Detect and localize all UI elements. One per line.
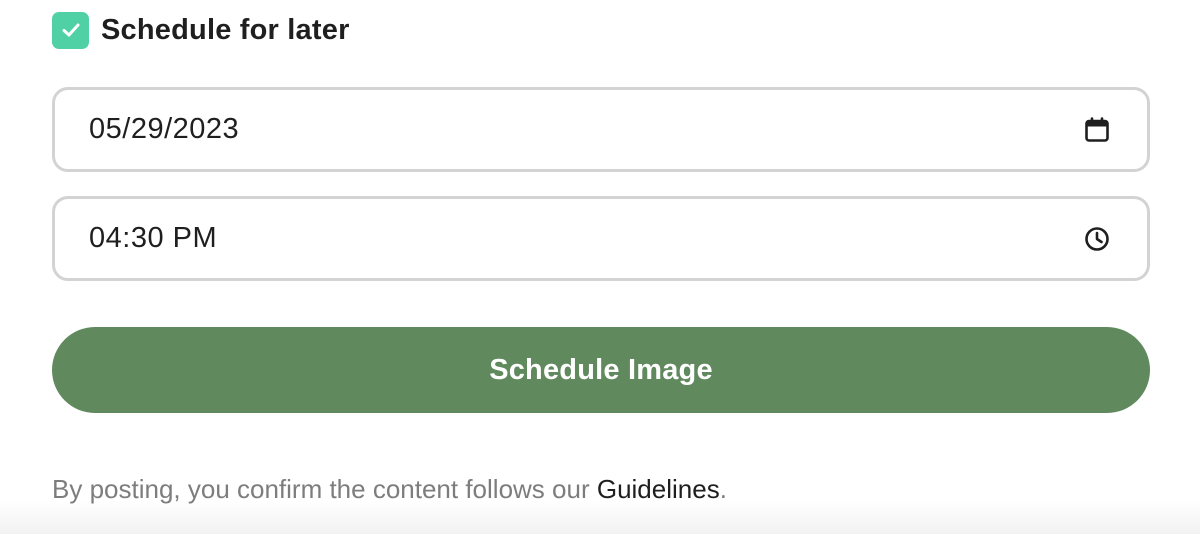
time-value[interactable]: 04:30 PM [89, 222, 217, 255]
guidelines-link[interactable]: Guidelines [597, 474, 720, 504]
date-value[interactable]: 05/29/2023 [89, 113, 239, 146]
clock-icon[interactable] [1083, 225, 1111, 253]
disclaimer-text: By posting, you confirm the content foll… [52, 474, 597, 504]
schedule-for-later-label[interactable]: Schedule for later [101, 14, 350, 47]
calendar-icon[interactable] [1083, 116, 1111, 144]
posting-disclaimer: By posting, you confirm the content foll… [52, 474, 727, 505]
disclaimer-period: . [719, 474, 727, 504]
schedule-for-later-checkbox[interactable] [52, 11, 89, 49]
date-input[interactable]: 05/29/2023 [52, 87, 1150, 172]
time-input[interactable]: 04:30 PM [52, 196, 1150, 281]
checkmark-icon [62, 23, 79, 37]
schedule-image-button[interactable]: Schedule Image [52, 327, 1150, 413]
schedule-for-later-row[interactable]: Schedule for later [52, 10, 350, 50]
footer-fade [0, 500, 1200, 534]
